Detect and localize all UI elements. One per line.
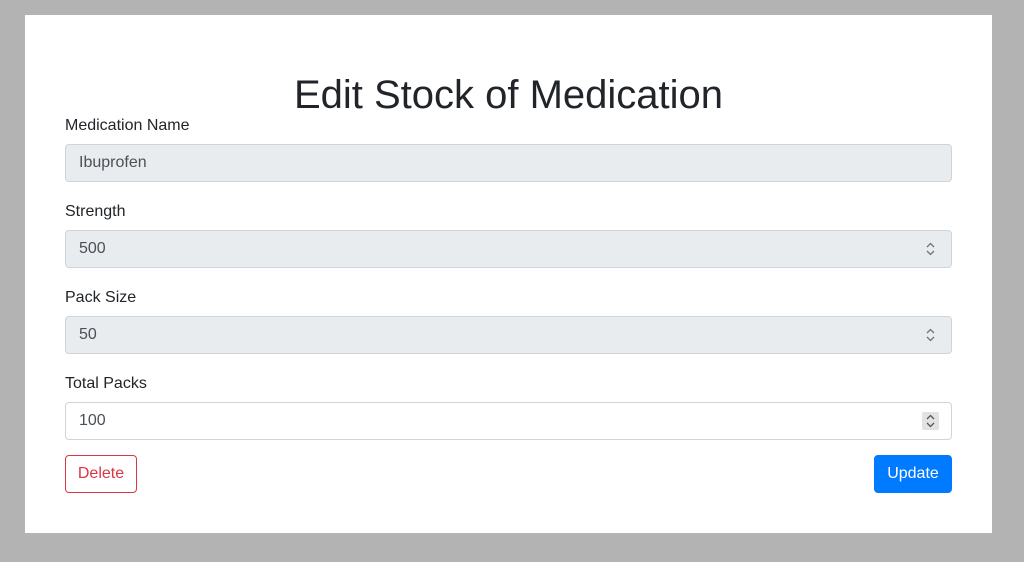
- pack-size-group: Pack Size 50: [65, 288, 952, 354]
- strength-label: Strength: [65, 203, 126, 220]
- pack-size-label: Pack Size: [65, 289, 137, 306]
- update-button[interactable]: Update: [874, 455, 952, 493]
- total-packs-group: Total Packs 100: [65, 374, 952, 440]
- total-packs-stepper-icon[interactable]: [922, 412, 939, 430]
- strength-field[interactable]: 500: [65, 230, 952, 268]
- delete-button[interactable]: Delete: [65, 455, 137, 493]
- medication-name-field[interactable]: Ibuprofen: [65, 144, 952, 182]
- total-packs-label: Total Packs: [65, 375, 147, 392]
- pack-size-value: 50: [79, 326, 97, 343]
- pack-size-field[interactable]: 50: [65, 316, 952, 354]
- strength-value: 500: [79, 240, 106, 257]
- strength-group: Strength 500: [65, 202, 952, 268]
- total-packs-input[interactable]: 100: [65, 402, 952, 440]
- total-packs-value: 100: [79, 412, 106, 429]
- medication-name-group: Medication Name Ibuprofen: [65, 116, 952, 182]
- pack-size-stepper-icon: [922, 326, 939, 344]
- page-title: Edit Stock of Medication: [293, 73, 724, 117]
- edit-stock-card: Edit Stock of Medication Medication Name…: [25, 15, 992, 533]
- strength-stepper-icon: [922, 240, 939, 258]
- medication-name-value: Ibuprofen: [79, 154, 147, 171]
- medication-name-label: Medication Name: [65, 117, 190, 134]
